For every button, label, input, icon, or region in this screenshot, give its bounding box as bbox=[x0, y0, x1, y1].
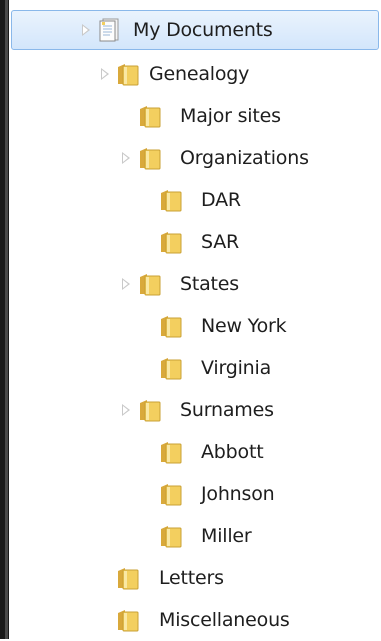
tree-item-label: Abbott bbox=[201, 441, 264, 463]
tree-item-label: States bbox=[180, 273, 239, 295]
tree-item-label: DAR bbox=[201, 189, 241, 211]
folder-icon bbox=[117, 608, 139, 632]
tree-item-label: Genealogy bbox=[149, 63, 250, 85]
expander-collapsed-icon[interactable] bbox=[82, 24, 90, 36]
tree-item-my-documents[interactable]: My Documents bbox=[11, 10, 379, 50]
tree-item-label: My Documents bbox=[133, 19, 273, 41]
tree-item-label: SAR bbox=[201, 231, 240, 253]
window-frame-edge bbox=[0, 0, 9, 639]
tree-item-states[interactable]: States bbox=[9, 263, 381, 305]
folder-icon bbox=[160, 482, 182, 506]
folder-icon bbox=[117, 566, 139, 590]
tree-item-johnson[interactable]: Johnson bbox=[9, 473, 381, 515]
tree-item-label: Miller bbox=[201, 525, 252, 547]
tree-item-label: Virginia bbox=[201, 357, 272, 379]
tree-item-dar[interactable]: DAR bbox=[9, 179, 381, 221]
tree-item-abbott[interactable]: Abbott bbox=[9, 431, 381, 473]
folder-icon bbox=[139, 272, 161, 296]
tree-item-genealogy[interactable]: Genealogy bbox=[9, 53, 381, 95]
folder-icon bbox=[160, 356, 182, 380]
folder-icon bbox=[139, 146, 161, 170]
expander-collapsed-icon[interactable] bbox=[101, 68, 109, 80]
tree-item-letters[interactable]: Letters bbox=[9, 557, 381, 599]
tree-item-surnames[interactable]: Surnames bbox=[9, 389, 381, 431]
tree-item-label: Miscellaneous bbox=[159, 609, 290, 631]
expander-collapsed-icon[interactable] bbox=[122, 152, 130, 164]
folder-icon bbox=[139, 398, 161, 422]
tree-item-label: Johnson bbox=[201, 483, 275, 505]
folder-icon bbox=[160, 230, 182, 254]
tree-item-miller[interactable]: Miller bbox=[9, 515, 381, 557]
folder-icon bbox=[160, 188, 182, 212]
documents-library-icon bbox=[98, 18, 120, 42]
tree-item-virginia[interactable]: Virginia bbox=[9, 347, 381, 389]
tree-item-organizations[interactable]: Organizations bbox=[9, 137, 381, 179]
folder-icon bbox=[117, 62, 139, 86]
tree-item-label: New York bbox=[201, 315, 287, 337]
folder-tree[interactable]: My Documents Genealogy Major sites Organ… bbox=[9, 0, 381, 639]
folder-icon bbox=[160, 524, 182, 548]
folder-icon bbox=[160, 440, 182, 464]
expander-collapsed-icon[interactable] bbox=[122, 404, 130, 416]
tree-item-sar[interactable]: SAR bbox=[9, 221, 381, 263]
tree-item-miscellaneous[interactable]: Miscellaneous bbox=[9, 599, 381, 641]
tree-item-label: Letters bbox=[159, 567, 224, 589]
tree-item-new-york[interactable]: New York bbox=[9, 305, 381, 347]
folder-icon bbox=[160, 314, 182, 338]
expander-collapsed-icon[interactable] bbox=[122, 278, 130, 290]
tree-item-label: Organizations bbox=[180, 147, 309, 169]
tree-item-major-sites[interactable]: Major sites bbox=[9, 95, 381, 137]
folder-icon bbox=[139, 104, 161, 128]
tree-item-label: Major sites bbox=[180, 105, 281, 127]
tree-item-label: Surnames bbox=[180, 399, 274, 421]
